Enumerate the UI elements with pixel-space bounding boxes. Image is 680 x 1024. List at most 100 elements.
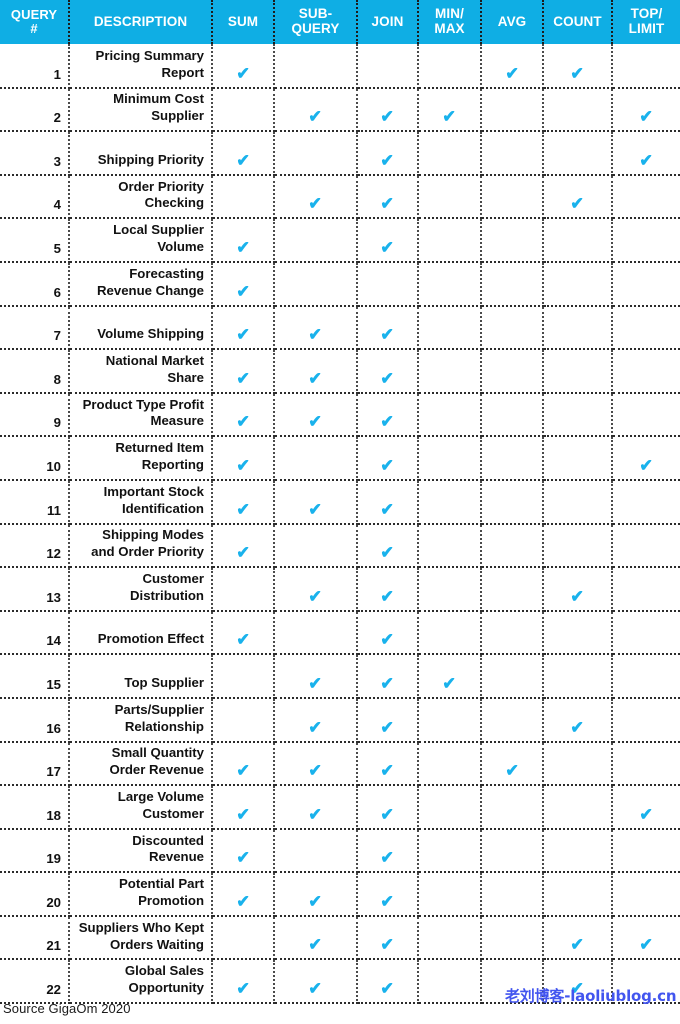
table-row[interactable]: 12Shipping Modes and Order Priority✔✔✔✔✔…	[0, 523, 680, 569]
check-icon: ✔	[308, 891, 323, 911]
feature-cell-join: ✔	[357, 872, 419, 917]
table-row[interactable]: 3Shipping Priority✔✔✔✔✔✔✔	[0, 131, 680, 176]
query-number-cell: 17	[0, 741, 70, 787]
feature-cell-toplimit: ✔	[612, 305, 680, 351]
feature-cell-sum: ✔	[212, 349, 275, 394]
feature-cell-minmax: ✔	[418, 87, 482, 133]
check-icon: ✔	[570, 935, 585, 955]
table-row[interactable]: 16Parts/Supplier Relationship✔✔✔✔✔✔✔	[0, 697, 680, 743]
feature-cell-sum: ✔	[212, 44, 275, 89]
column-header-minmax[interactable]: MIN/MAX	[418, 0, 482, 44]
table-row[interactable]: 8National Market Share✔✔✔✔✔✔✔	[0, 349, 680, 394]
feature-cell-sum: ✔	[212, 915, 275, 961]
table-row[interactable]: 11Important Stock Identification✔✔✔✔✔✔✔	[0, 479, 680, 525]
table-row[interactable]: 7Volume Shipping✔✔✔✔✔✔✔	[0, 305, 680, 351]
check-icon: ✔	[639, 935, 654, 955]
feature-cell-toplimit: ✔	[612, 872, 680, 917]
feature-cell-subquery: ✔	[274, 261, 358, 307]
query-number-cell: 4	[0, 174, 70, 220]
column-header-line: #	[30, 21, 38, 36]
check-icon: ✔	[308, 979, 323, 999]
column-header-subquery[interactable]: SUB- QUERY	[274, 0, 358, 44]
table-row[interactable]: 15Top Supplier✔✔✔✔✔✔✔	[0, 654, 680, 699]
feature-cell-join: ✔	[357, 392, 419, 438]
column-header-count[interactable]: COUNT	[543, 0, 613, 44]
feature-cell-count: ✔	[543, 828, 613, 874]
check-icon: ✔	[380, 237, 395, 257]
feature-cell-subquery: ✔	[274, 479, 358, 525]
table-row[interactable]: 20Potential Part Promotion✔✔✔✔✔✔✔	[0, 872, 680, 917]
feature-cell-count: ✔	[543, 392, 613, 438]
feature-cell-sum: ✔	[212, 131, 275, 176]
feature-cell-join: ✔	[357, 697, 419, 743]
check-icon: ✔	[308, 761, 323, 781]
check-icon: ✔	[236, 891, 250, 911]
feature-cell-join: ✔	[357, 44, 419, 89]
check-icon: ✔	[380, 543, 395, 563]
query-description-cell: Minimum Cost Supplier	[69, 87, 213, 133]
table-row[interactable]: 6Forecasting Revenue Change✔✔✔✔✔✔✔	[0, 261, 680, 307]
feature-cell-sum: ✔	[212, 218, 275, 263]
check-icon: ✔	[308, 107, 323, 127]
feature-cell-sum: ✔	[212, 479, 275, 525]
table-row[interactable]: 14Promotion Effect✔✔✔✔✔✔✔	[0, 610, 680, 656]
feature-cell-sum: ✔	[212, 261, 275, 307]
table-row[interactable]: 22Global Sales Opportunity✔✔✔✔✔✔✔	[0, 959, 680, 1005]
check-icon: ✔	[236, 630, 250, 650]
table-row[interactable]: 10Returned Item Reporting✔✔✔✔✔✔✔	[0, 436, 680, 481]
feature-cell-sum: ✔	[212, 392, 275, 438]
table-row[interactable]: 4Order Priority Checking✔✔✔✔✔✔✔	[0, 174, 680, 220]
query-number-cell: 18	[0, 785, 70, 830]
feature-cell-count: ✔	[543, 479, 613, 525]
check-icon: ✔	[236, 499, 250, 519]
feature-cell-toplimit: ✔	[612, 436, 680, 481]
table-row[interactable]: 2Minimum Cost Supplier✔✔✔✔✔✔✔	[0, 87, 680, 133]
column-header-join[interactable]: JOIN	[357, 0, 419, 44]
feature-cell-count: ✔	[543, 785, 613, 830]
feature-cell-subquery: ✔	[274, 392, 358, 438]
feature-cell-toplimit: ✔	[612, 697, 680, 743]
column-header-description[interactable]: DESCRIPTION	[69, 0, 213, 44]
check-icon: ✔	[308, 804, 323, 824]
feature-cell-toplimit: ✔	[612, 785, 680, 830]
feature-cell-toplimit: ✔	[612, 174, 680, 220]
table-row[interactable]: 19Discounted Revenue✔✔✔✔✔✔✔	[0, 828, 680, 874]
query-feature-table: QUERY # DESCRIPTION SUM SUB- QUERY JOIN MI…	[0, 0, 680, 1005]
feature-cell-toplimit: ✔	[612, 741, 680, 787]
table-row[interactable]: 1Pricing Summary Report✔✔✔✔✔✔✔	[0, 44, 680, 89]
column-header-line: DESCRIPTION	[93, 13, 188, 29]
feature-cell-subquery: ✔	[274, 828, 358, 874]
feature-cell-sum: ✔	[212, 959, 275, 1005]
feature-cell-sum: ✔	[212, 87, 275, 133]
feature-cell-count: ✔	[543, 915, 613, 961]
column-header-toplimit[interactable]: TOP/LIMIT	[612, 0, 680, 44]
query-feature-matrix: QUERY # DESCRIPTION SUM SUB- QUERY JOIN MI…	[0, 0, 680, 1024]
column-header-line: MIN/	[435, 6, 464, 22]
feature-cell-subquery: ✔	[274, 305, 358, 351]
column-header-avg[interactable]: AVG	[481, 0, 544, 44]
column-header-line: TOP/	[630, 6, 663, 22]
table-row[interactable]: 18Large Volume Customer✔✔✔✔✔✔✔	[0, 785, 680, 830]
table-row[interactable]: 9Product Type Profit Measure✔✔✔✔✔✔✔	[0, 392, 680, 438]
feature-cell-toplimit: ✔	[612, 610, 680, 656]
check-icon: ✔	[380, 368, 395, 388]
query-description-cell: Suppliers Who Kept Orders Waiting	[69, 915, 213, 961]
column-header-sum[interactable]: SUM	[212, 0, 275, 44]
feature-cell-count: ✔	[543, 959, 613, 1005]
table-row[interactable]: 5Local Supplier Volume✔✔✔✔✔✔✔	[0, 218, 680, 263]
feature-cell-subquery: ✔	[274, 567, 358, 612]
feature-cell-subquery: ✔	[274, 915, 358, 961]
column-header-query-number[interactable]: QUERY #	[0, 0, 70, 44]
table-row[interactable]: 13Customer Distribution✔✔✔✔✔✔✔	[0, 567, 680, 612]
feature-cell-avg: ✔	[481, 959, 544, 1005]
table-row[interactable]: 17Small Quantity Order Revenue✔✔✔✔✔✔✔	[0, 741, 680, 787]
feature-cell-toplimit: ✔	[612, 392, 680, 438]
feature-cell-sum: ✔	[212, 436, 275, 481]
check-icon: ✔	[380, 761, 395, 781]
table-row[interactable]: 21Suppliers Who Kept Orders Waiting✔✔✔✔✔…	[0, 915, 680, 961]
feature-cell-avg: ✔	[481, 261, 544, 307]
feature-cell-count: ✔	[543, 654, 613, 699]
feature-cell-sum: ✔	[212, 174, 275, 220]
feature-cell-avg: ✔	[481, 523, 544, 569]
feature-cell-minmax: ✔	[418, 697, 482, 743]
